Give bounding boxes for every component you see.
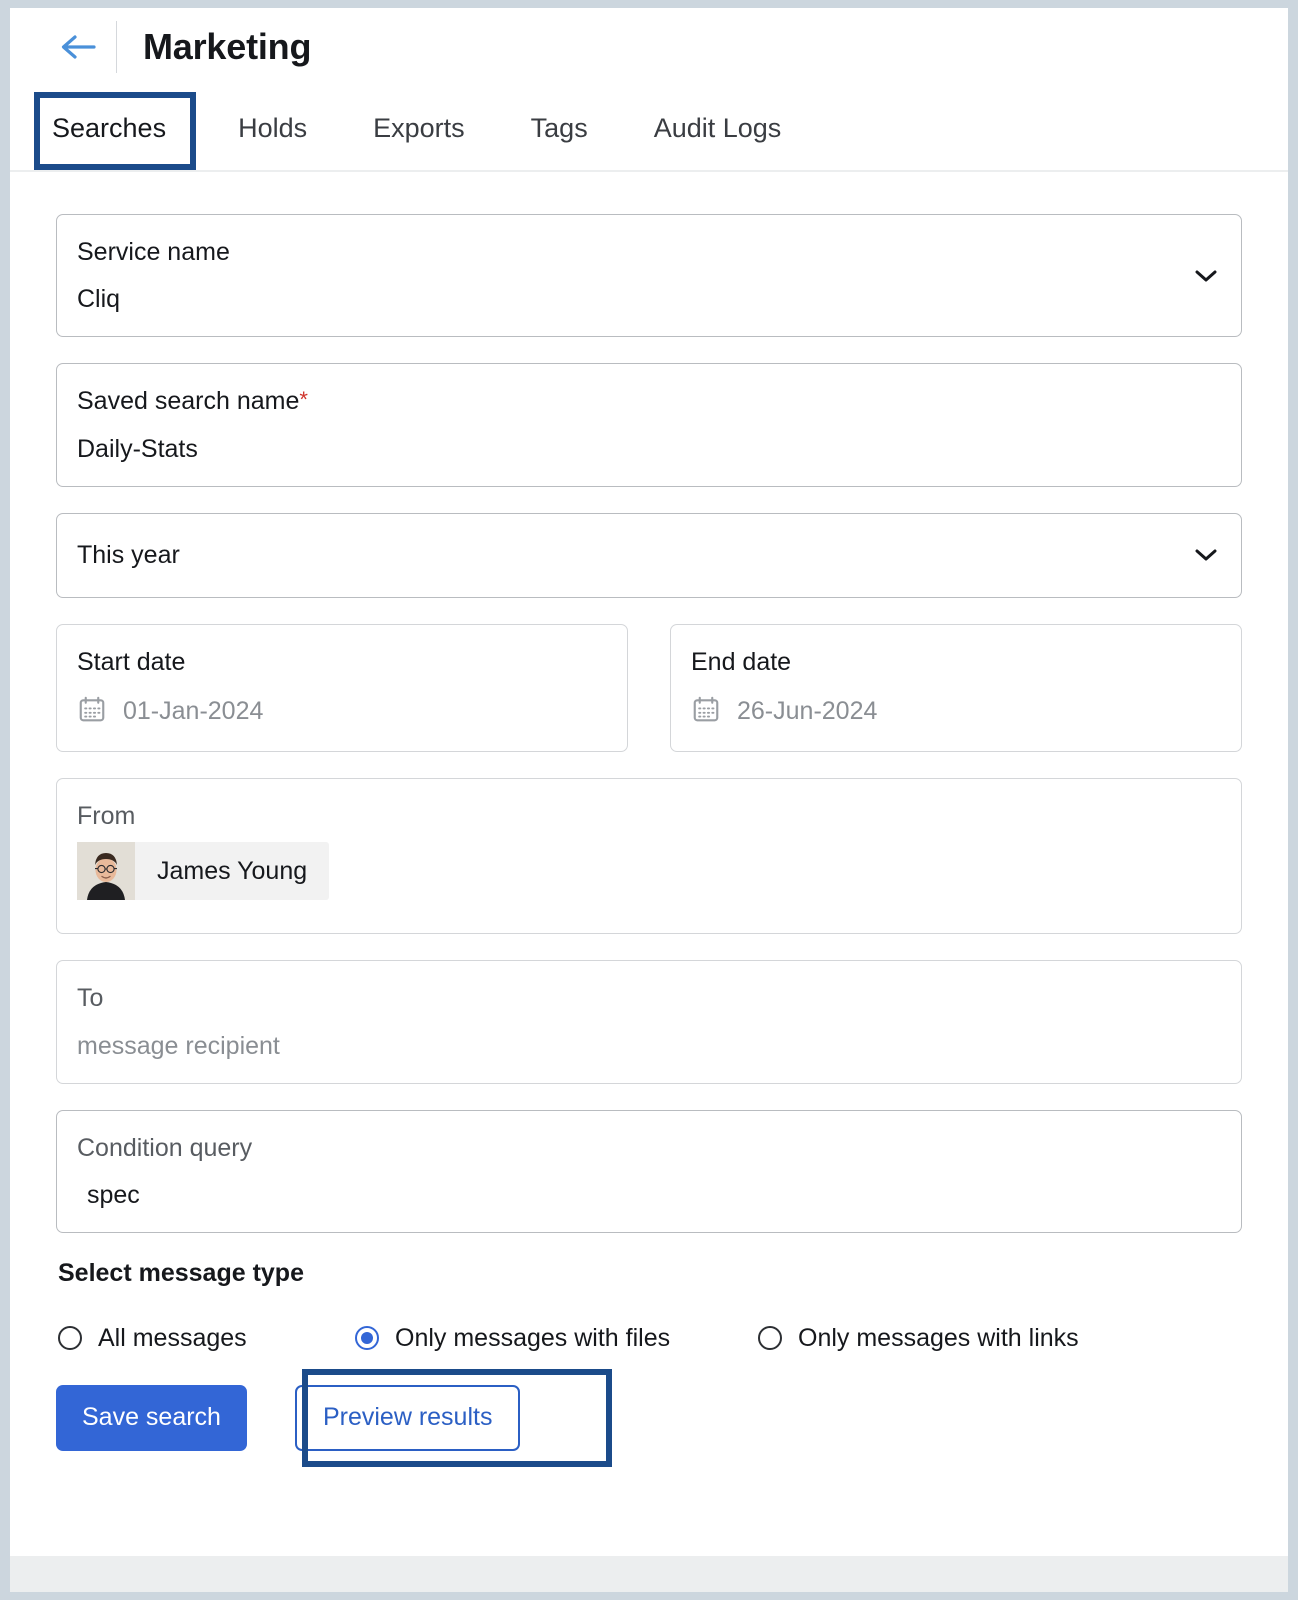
end-date-field[interactable]: End date 26-Jun-2024 <box>670 623 1242 752</box>
start-date-field[interactable]: Start date 01-Jan-2024 <box>56 623 628 752</box>
from-user-chip[interactable]: James Young <box>77 842 330 901</box>
action-button-row: Save search Preview results <box>56 1368 1242 1467</box>
from-user-name: James Young <box>157 856 308 885</box>
tab-audit-logs[interactable]: Audit Logs <box>654 113 782 144</box>
radio-only-links-label: Only messages with links <box>798 1323 1079 1352</box>
to-placeholder: message recipient <box>77 1031 280 1060</box>
saved-search-name-field[interactable]: Saved search name* Daily-Stats <box>56 363 1242 487</box>
from-label: From <box>77 802 136 830</box>
calendar-icon <box>691 694 721 729</box>
required-asterisk: * <box>299 387 308 413</box>
radio-icon[interactable] <box>758 1326 782 1351</box>
service-name-label: Service name <box>77 238 230 266</box>
date-range-select[interactable]: This year <box>56 512 1242 598</box>
header-divider <box>116 21 117 73</box>
save-search-button[interactable]: Save search <box>56 1384 247 1451</box>
preview-results-button[interactable]: Preview results <box>294 1384 521 1451</box>
to-label: To <box>77 984 104 1013</box>
search-form: Service name Cliq Saved search name* Dai… <box>10 172 1288 1467</box>
end-date-label: End date <box>691 647 792 676</box>
page-header: Marketing <box>10 8 1288 86</box>
end-date-value: 26-Jun-2024 <box>737 697 878 725</box>
condition-query-field[interactable]: Condition query spec <box>56 1109 1242 1233</box>
message-type-radio-group: All messages Only messages with files On… <box>58 1324 1242 1353</box>
tab-exports[interactable]: Exports <box>373 113 465 144</box>
radio-all-messages-label: All messages <box>98 1323 247 1352</box>
arrow-left-icon[interactable] <box>56 25 100 69</box>
service-name-value: Cliq <box>77 285 121 314</box>
page-title: Marketing <box>143 26 312 67</box>
saved-search-name-label: Saved search name* <box>77 387 308 416</box>
tab-tags[interactable]: Tags <box>531 113 588 144</box>
app-window: Marketing Searches Holds Exports Tags Au… <box>10 8 1288 1592</box>
tab-holds[interactable]: Holds <box>238 113 307 144</box>
start-date-value: 01-Jan-2024 <box>123 697 264 725</box>
condition-query-value: spec <box>87 1180 140 1209</box>
condition-query-label: Condition query <box>77 1133 253 1162</box>
to-field[interactable]: To message recipient <box>56 960 1242 1084</box>
radio-only-files-label: Only messages with files <box>395 1323 671 1352</box>
date-range-value: This year <box>77 540 180 569</box>
service-name-field[interactable]: Service name Cliq <box>56 214 1242 338</box>
radio-all-messages[interactable]: All messages <box>58 1324 355 1353</box>
chevron-down-icon[interactable] <box>1195 544 1217 566</box>
radio-only-links[interactable]: Only messages with links <box>758 1324 1079 1353</box>
chevron-down-icon[interactable] <box>1195 265 1217 287</box>
from-field[interactable]: From James Young <box>56 778 1242 935</box>
footer-strip <box>10 1556 1288 1592</box>
calendar-icon <box>77 694 107 729</box>
tab-bar: Searches Holds Exports Tags Audit Logs <box>10 86 1288 172</box>
tab-searches[interactable]: Searches <box>52 113 166 144</box>
start-date-label: Start date <box>77 647 186 676</box>
saved-search-name-value: Daily-Stats <box>77 434 198 463</box>
radio-only-files[interactable]: Only messages with files <box>355 1324 758 1353</box>
message-type-title: Select message type <box>58 1258 304 1287</box>
radio-selected-icon[interactable] <box>355 1326 379 1351</box>
avatar <box>77 842 135 901</box>
date-range-row: Start date 01-Jan-2024 End date 26-Jun-2… <box>56 623 1242 752</box>
radio-icon[interactable] <box>58 1326 82 1351</box>
